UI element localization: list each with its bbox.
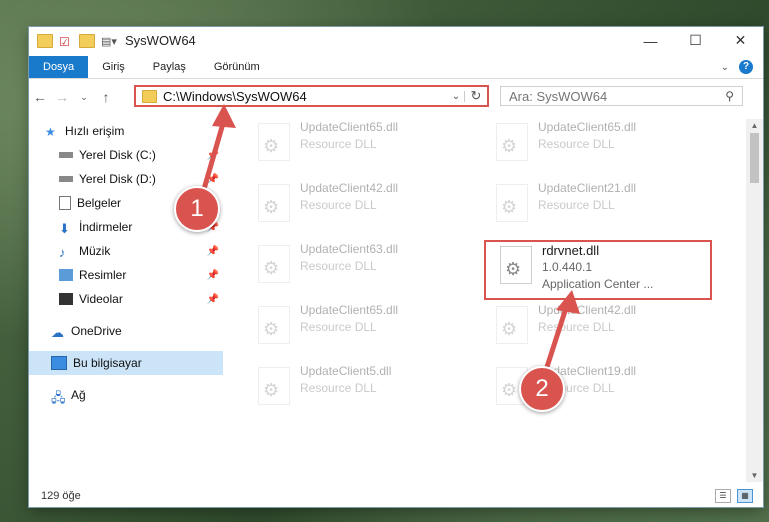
arrowhead-2 <box>556 290 580 314</box>
arrowhead-1 <box>212 104 236 128</box>
annotation-arrows <box>199 104 580 371</box>
step-badge-1: 1 <box>174 186 220 232</box>
arrow-1 <box>199 119 227 197</box>
arrow-2 <box>543 307 569 371</box>
step-badge-2: 2 <box>519 366 565 412</box>
